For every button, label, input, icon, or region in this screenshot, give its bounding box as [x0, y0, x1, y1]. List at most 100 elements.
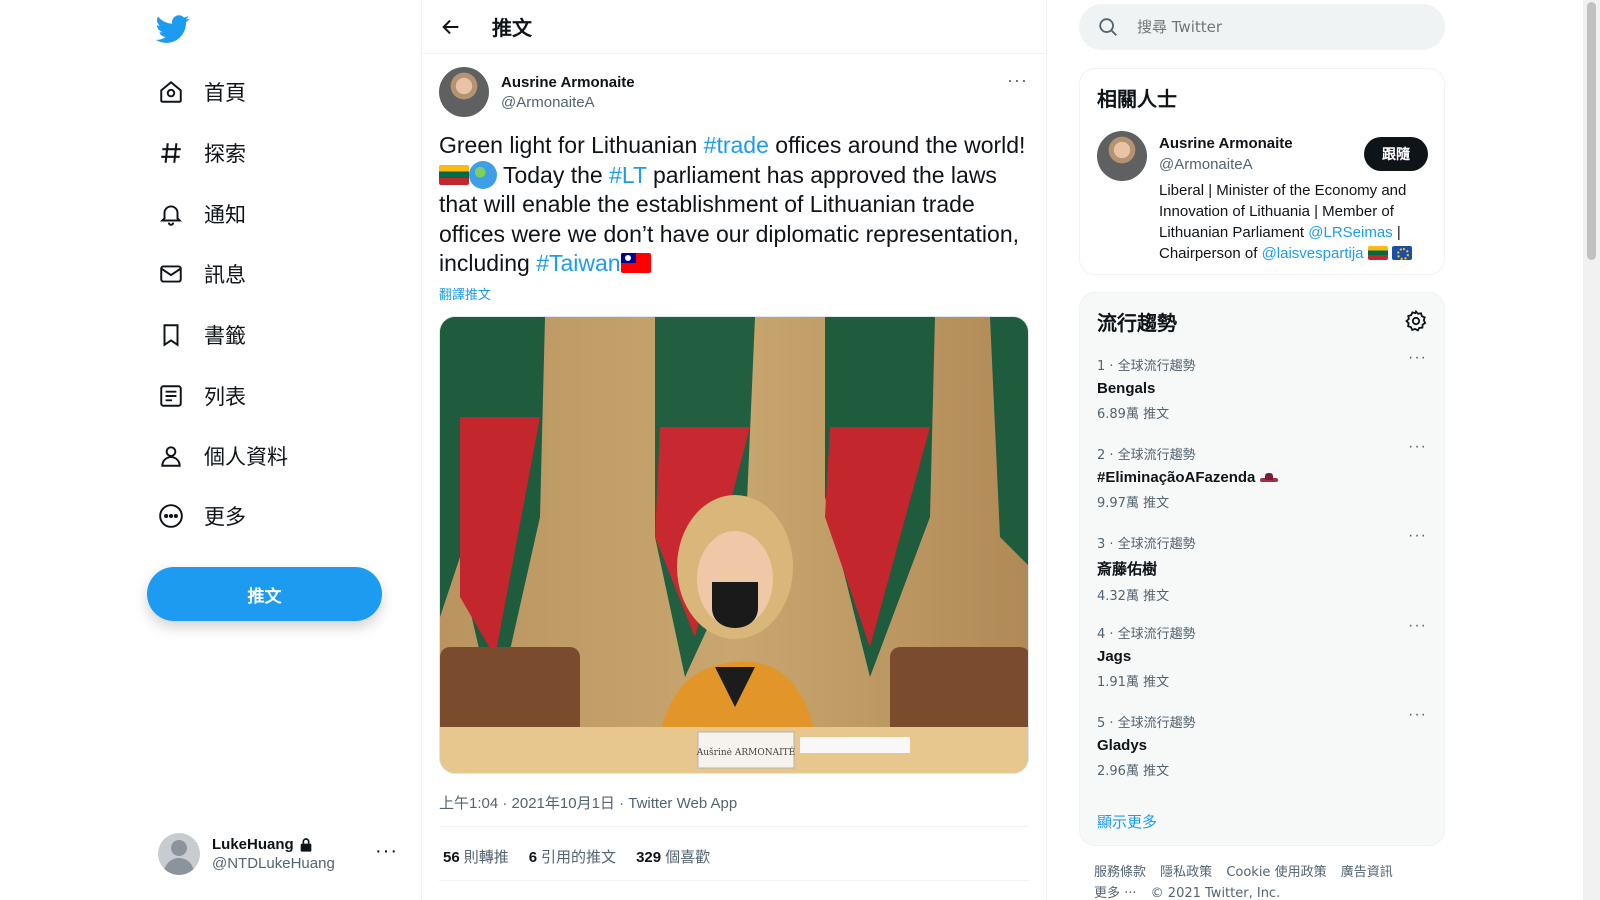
- left-navigation: 首頁 探索 通知 訊息 書籤 列表 個人資料 更多 推文 LukeHuang @…: [0, 0, 420, 900]
- trend-more-icon[interactable]: ···: [1408, 349, 1427, 367]
- nav-profile[interactable]: 個人資料: [156, 434, 288, 478]
- account-switcher[interactable]: LukeHuang @NTDLukeHuang ···: [158, 830, 398, 878]
- nav-notifications[interactable]: 通知: [156, 192, 246, 236]
- translate-tweet-link[interactable]: 翻譯推文: [439, 284, 491, 303]
- scrollbar-thumb[interactable]: [1587, 2, 1596, 260]
- trend-item[interactable]: 5 · 全球流行趨勢 Gladys 2.96萬 推文 ···: [1097, 706, 1427, 779]
- footer-link-ads[interactable]: 廣告資訊: [1341, 865, 1393, 880]
- trend-item[interactable]: 4 · 全球流行趨勢 Jags 1.91萬 推文 ···: [1097, 617, 1427, 690]
- trend-count: 9.97萬 推文: [1097, 496, 1170, 511]
- nav-label: 書籤: [204, 324, 246, 348]
- bell-icon: [156, 199, 186, 229]
- back-arrow-icon[interactable]: [438, 14, 464, 40]
- eu-flag-icon: [1391, 246, 1412, 260]
- trend-context: 5 · 全球流行趨勢: [1097, 716, 1196, 731]
- author-handle[interactable]: @ArmonaiteA: [501, 94, 635, 111]
- stat-label: 個喜歡: [665, 849, 711, 866]
- mail-icon: [156, 259, 186, 289]
- search-input[interactable]: [1137, 18, 1417, 36]
- trend-more-icon[interactable]: ···: [1408, 706, 1427, 724]
- profile-icon: [156, 441, 186, 471]
- hashtag-link[interactable]: #LT: [609, 162, 647, 188]
- page-title: 推文: [492, 16, 532, 40]
- tweet-photo[interactable]: Aušrinė ARMONAITĖ: [439, 316, 1029, 774]
- user-bio: Liberal | Minister of the Economy and In…: [1159, 180, 1429, 264]
- trend-more-icon[interactable]: ···: [1408, 527, 1427, 545]
- hashtag-link[interactable]: #Taiwan: [536, 250, 620, 276]
- list-icon: [156, 381, 186, 411]
- mention-link[interactable]: @LRSeimas: [1308, 224, 1392, 241]
- stat-label: 引用的推文: [541, 849, 617, 866]
- tweet-text-segment: offices around the world!: [768, 132, 1026, 158]
- show-more-link[interactable]: 顯示更多: [1097, 811, 1157, 832]
- avatar[interactable]: [1097, 131, 1147, 181]
- footer-link-cookies[interactable]: Cookie 使用政策: [1226, 865, 1326, 880]
- likes-stat[interactable]: 329 個喜歡: [636, 846, 710, 867]
- search-bar[interactable]: [1079, 4, 1445, 50]
- trend-context: 4 · 全球流行趨勢: [1097, 627, 1196, 642]
- footer-link-privacy[interactable]: 隱私政策: [1160, 865, 1212, 880]
- account-handle: @NTDLukeHuang: [212, 855, 335, 872]
- account-name: LukeHuang: [212, 836, 294, 853]
- user-handle[interactable]: @ArmonaiteA: [1159, 156, 1253, 173]
- twitter-logo-icon[interactable]: [156, 12, 190, 46]
- cowboy-hat-icon: [1259, 472, 1278, 482]
- nav-label: 探索: [204, 142, 246, 166]
- main-column: 推文 Ausrine Armonaite @ArmonaiteA ··· Gre…: [421, 0, 1047, 900]
- lithuania-flag-icon: [439, 164, 469, 185]
- hashtag-icon: [156, 138, 186, 168]
- follow-button[interactable]: 跟隨: [1364, 137, 1428, 171]
- nav-explore[interactable]: 探索: [156, 131, 246, 175]
- page-scrollbar[interactable]: [1583, 0, 1600, 900]
- tweet-stats: 56 則轉推 6 引用的推文 329 個喜歡: [443, 846, 730, 867]
- nav-label: 個人資料: [204, 445, 288, 469]
- bookmark-icon: [156, 320, 186, 350]
- mention-link[interactable]: @laisvespartija: [1262, 245, 1364, 262]
- tweet-author[interactable]: Ausrine Armonaite @ArmonaiteA: [439, 67, 635, 117]
- account-more-icon[interactable]: ···: [375, 840, 398, 863]
- author-name[interactable]: Ausrine Armonaite: [501, 74, 635, 91]
- nav-label: 通知: [204, 203, 246, 227]
- trend-context: 2 · 全球流行趨勢: [1097, 448, 1196, 463]
- stat-count: 6: [528, 849, 538, 866]
- globe-icon: [469, 160, 497, 189]
- nav-more[interactable]: 更多: [156, 494, 246, 538]
- copyright: © 2021 Twitter, Inc.: [1150, 886, 1281, 900]
- user-name[interactable]: Ausrine Armonaite: [1159, 135, 1293, 152]
- gear-icon[interactable]: [1404, 309, 1428, 333]
- footer-more-link[interactable]: 更多 ···: [1094, 886, 1137, 900]
- right-sidebar: 相關人士 Ausrine Armonaite @ArmonaiteA 跟隨 Li…: [1079, 0, 1449, 900]
- quote-tweets-stat[interactable]: 6 引用的推文: [529, 846, 616, 867]
- lock-icon: [300, 837, 312, 852]
- nav-label: 列表: [204, 385, 246, 409]
- trend-more-icon[interactable]: ···: [1408, 617, 1427, 635]
- hashtag-link[interactable]: #trade: [704, 132, 769, 158]
- footer-link-terms[interactable]: 服務條款: [1094, 865, 1146, 880]
- trend-name: Bengals: [1097, 380, 1156, 397]
- trend-count: 2.96萬 推文: [1097, 764, 1170, 779]
- stat-label: 則轉推: [463, 849, 509, 866]
- trends-panel: 流行趨勢 1 · 全球流行趨勢 Bengals 6.89萬 推文 ··· 2 ·…: [1079, 292, 1445, 846]
- trend-count: 6.89萬 推文: [1097, 407, 1170, 422]
- retweets-stat[interactable]: 56 則轉推: [443, 846, 509, 867]
- divider: [439, 880, 1029, 881]
- related-people-panel: 相關人士 Ausrine Armonaite @ArmonaiteA 跟隨 Li…: [1079, 68, 1445, 275]
- taiwan-flag-icon: [620, 253, 651, 273]
- tweet-timestamp[interactable]: 上午1:04 · 2021年10月1日 · Twitter Web App: [439, 792, 737, 813]
- divider: [439, 826, 1029, 827]
- search-icon: [1099, 18, 1117, 36]
- nav-home[interactable]: 首頁: [156, 70, 246, 114]
- main-header: 推文: [422, 0, 1046, 54]
- compose-tweet-button[interactable]: 推文: [147, 567, 382, 621]
- nav-lists[interactable]: 列表: [156, 374, 246, 418]
- author-avatar[interactable]: [439, 67, 489, 117]
- trend-item[interactable]: 2 · 全球流行趨勢 #EliminaçãoAFazenda 9.97萬 推文 …: [1097, 438, 1427, 511]
- trend-item[interactable]: 1 · 全球流行趨勢 Bengals 6.89萬 推文 ···: [1097, 349, 1427, 422]
- tweet-more-icon[interactable]: ···: [1007, 70, 1028, 91]
- nav-messages[interactable]: 訊息: [156, 252, 246, 296]
- nav-bookmarks[interactable]: 書籤: [156, 313, 246, 357]
- trend-more-icon[interactable]: ···: [1408, 438, 1427, 456]
- trend-item[interactable]: 3 · 全球流行趨勢 斎藤佑樹 4.32萬 推文 ···: [1097, 527, 1427, 604]
- avatar: [158, 833, 200, 875]
- trend-count: 4.32萬 推文: [1097, 589, 1170, 604]
